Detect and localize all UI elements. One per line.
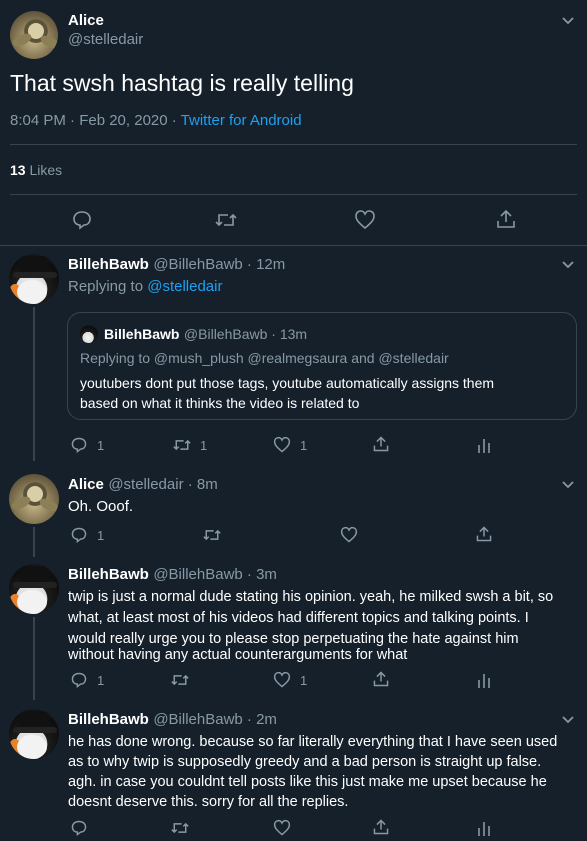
reply-count: 1 [97,438,105,453]
tweet-text-line: doesnt deserve this. sorry for all the r… [68,794,349,810]
retweet-icon[interactable] [170,819,190,837]
share-icon[interactable] [495,208,517,230]
quoted-replying-to: Replying to @mush_plush @realmegsaura an… [80,350,449,366]
analytics-icon[interactable] [476,819,492,837]
reply-icon[interactable] [70,819,88,837]
quoted-text-line: youtubers dont put those tags, youtube a… [80,375,495,391]
author-handle[interactable]: @BillehBawb · 12m [153,256,285,273]
reply-header: BillehBawb @BillehBawb · 12m [68,256,285,274]
tweet-text-line: he has done wrong. because so far litera… [68,734,558,750]
like-icon[interactable] [273,671,291,689]
reply-count: 1 [97,673,105,688]
share-icon[interactable] [372,818,390,836]
tweet-text-line: what, at least most of his videos had di… [68,610,529,626]
quoted-author-name: BillehBawb [104,326,180,342]
retweet-count: 1 [200,438,208,453]
reply-header: BillehBawb @BillehBawb · 2m [68,711,277,729]
quoted-author-handle: @BillehBawb · 13m [183,326,308,342]
retweet-icon[interactable] [214,209,238,231]
share-icon[interactable] [372,435,390,453]
thread-line [33,307,35,461]
like-count: 1 [300,438,308,453]
replying-to: Replying to @stelledair [68,278,222,295]
reply-icon[interactable] [71,209,93,231]
retweet-icon[interactable] [172,436,192,454]
likes-stat[interactable]: 13 Likes [10,162,62,178]
tweet-text: Oh. Ooof. [68,498,134,515]
like-count: 1 [300,673,308,688]
tweet-meta: 8:04 PM · Feb 20, 2020 · Twitter for And… [10,112,302,129]
retweet-icon[interactable] [170,671,190,689]
replying-to-link[interactable]: @stelledair [147,278,222,295]
tweet-text-line: without having any actual counterargumen… [68,647,408,663]
avatar[interactable] [9,564,59,614]
tweet-text: That swsh hashtag is really telling [10,70,354,96]
analytics-icon[interactable] [476,436,492,454]
reply-count: 1 [97,528,105,543]
share-icon[interactable] [475,525,493,543]
avatar[interactable] [9,254,59,304]
author-handle[interactable]: @stelledair · 8m [108,476,217,493]
quoted-header: BillehBawb @BillehBawb · 13m [104,326,307,344]
like-icon[interactable] [354,209,376,231]
thread-line [33,617,35,700]
avatar[interactable] [9,474,59,524]
author-handle[interactable]: @BillehBawb · 2m [153,711,277,728]
retweet-icon[interactable] [202,526,222,544]
likes-label: Likes [25,162,63,178]
author-name[interactable]: BillehBawb [68,711,149,728]
tweet-timestamp[interactable]: 8:04 PM · Feb 20, 2020 · [10,112,181,129]
author-name[interactable]: BillehBawb [68,256,149,273]
reply-icon[interactable] [70,526,88,544]
analytics-icon[interactable] [476,671,492,689]
chevron-down-icon[interactable] [560,256,576,272]
divider [0,245,587,246]
quoted-text-line: based on what it thinks the video is rel… [80,395,360,411]
like-icon[interactable] [273,436,291,454]
quoted-tweet[interactable]: BillehBawb @BillehBawb · 13m Replying to… [67,312,577,420]
author-name[interactable]: BillehBawb [68,566,149,583]
likes-count: 13 [10,162,26,178]
author-handle[interactable]: @stelledair [68,31,143,48]
reply-icon[interactable] [70,671,88,689]
chevron-down-icon[interactable] [560,711,576,727]
avatar[interactable] [10,11,58,59]
reply-header: Alice @stelledair · 8m [68,476,218,494]
divider [10,194,577,195]
tweet-text-line: agh. in case you couldnt tell posts like… [68,774,547,790]
like-icon[interactable] [340,526,358,544]
replying-to-label: Replying to [68,278,148,295]
tweet-source-link[interactable]: Twitter for Android [181,112,302,129]
reply-header: BillehBawb @BillehBawb · 3m [68,566,277,584]
tweet-text-line: as to why twip is supposedly greedy and … [68,754,542,770]
author-name[interactable]: Alice [68,476,104,493]
author-name[interactable]: Alice [68,12,104,29]
reply-icon[interactable] [70,436,88,454]
chevron-down-icon[interactable] [560,12,576,28]
divider [10,144,577,145]
share-icon[interactable] [372,670,390,688]
tweet-text-line: twip is just a normal dude stating his o… [68,589,554,605]
chevron-down-icon[interactable] [560,476,576,492]
author-handle[interactable]: @BillehBawb · 3m [153,566,277,583]
avatar [80,325,98,343]
like-icon[interactable] [273,819,291,837]
avatar[interactable] [9,709,59,759]
thread-line [33,527,35,557]
